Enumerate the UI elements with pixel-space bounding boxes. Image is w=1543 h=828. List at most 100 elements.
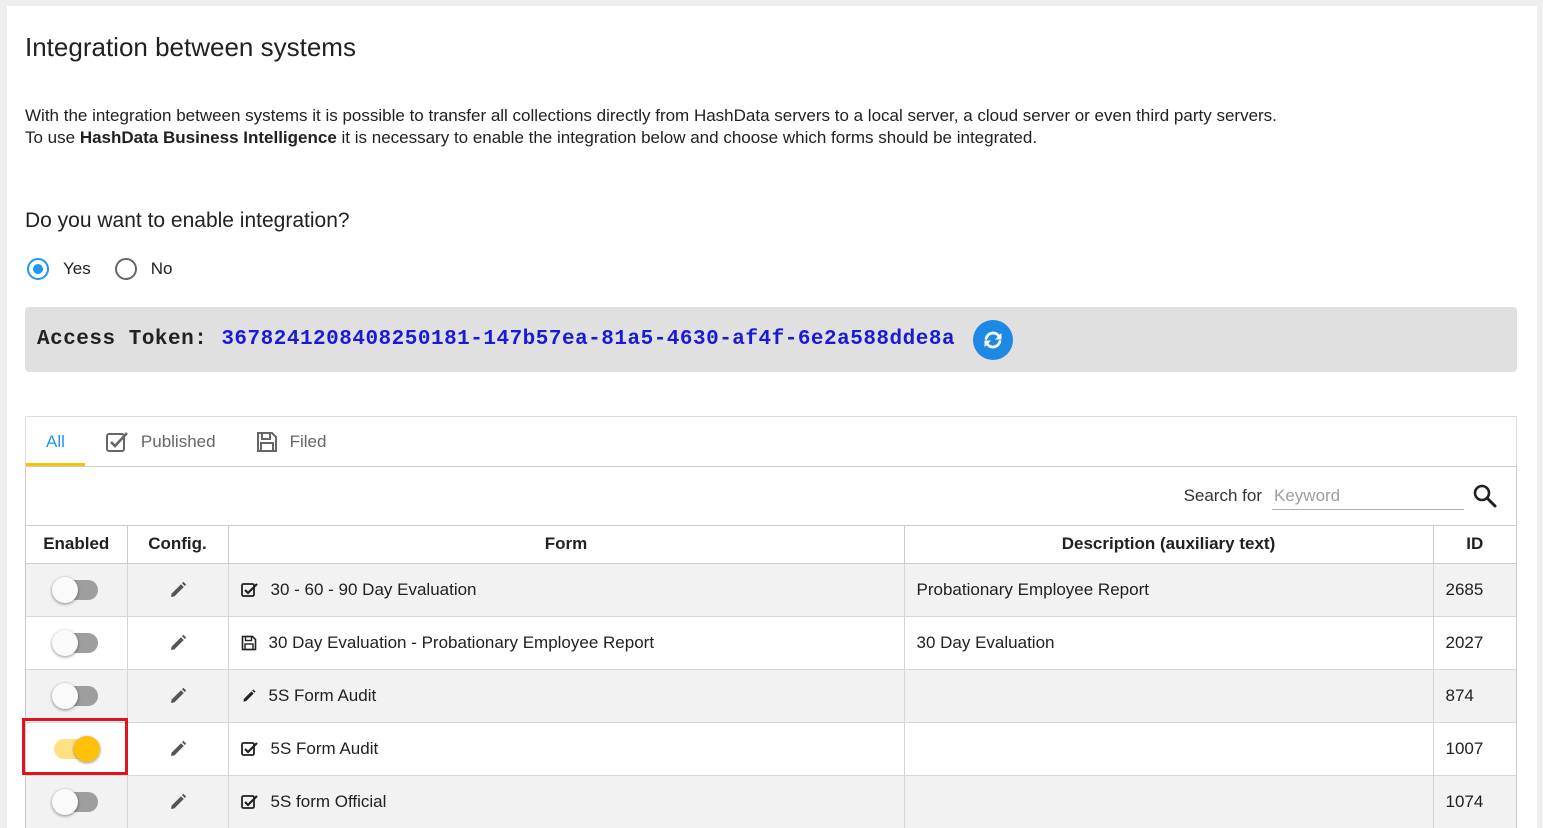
enabled-cell bbox=[26, 563, 128, 617]
radio-button-no[interactable] bbox=[114, 258, 137, 280]
id-cell: 874 bbox=[1433, 669, 1516, 723]
toggle-knob bbox=[52, 576, 79, 603]
access-token-value: 3678241208408250181-147b57ea-81a5-4630-a… bbox=[221, 328, 956, 351]
form-name: 5S form Official bbox=[270, 791, 387, 811]
id-cell: 2027 bbox=[1433, 616, 1516, 670]
page-title: Integration between systems bbox=[25, 32, 356, 62]
description-cell bbox=[904, 722, 1434, 776]
tab-filed[interactable]: Filed bbox=[236, 417, 347, 466]
form-name: 30 - 60 - 90 Day Evaluation bbox=[270, 579, 477, 599]
intro-line-2: To use HashData Business Intelligence it… bbox=[25, 127, 1277, 149]
form-cell: 30 Day Evaluation - Probationary Employe… bbox=[228, 616, 905, 670]
config-cell bbox=[127, 616, 229, 670]
description-cell: Probationary Employee Report bbox=[904, 563, 1434, 617]
access-token-label: Access Token: bbox=[37, 328, 208, 351]
pencil-icon bbox=[170, 634, 186, 650]
highlight-box bbox=[22, 718, 128, 775]
radio-label-yes: Yes bbox=[63, 259, 91, 278]
enabled-toggle[interactable] bbox=[52, 629, 99, 656]
tab-all-label: All bbox=[46, 431, 65, 451]
description-cell: 30 Day Evaluation bbox=[904, 616, 1434, 670]
id-cell: 1074 bbox=[1433, 775, 1516, 828]
description-cell bbox=[904, 669, 1434, 723]
integration-card: Integration between systems With the int… bbox=[7, 6, 1537, 828]
enabled-toggle[interactable] bbox=[52, 682, 99, 709]
integration-radio-group: Yes No bbox=[27, 258, 196, 280]
forms-table-panel: Search for Enabled Config. Form Descript… bbox=[25, 466, 1517, 828]
form-cell: 5S Form Audit bbox=[228, 669, 905, 723]
form-cell: 5S Form Audit bbox=[228, 722, 905, 776]
enabled-toggle[interactable] bbox=[52, 576, 99, 603]
header-enabled: Enabled bbox=[26, 526, 128, 564]
pencil-icon bbox=[170, 687, 186, 703]
integration-question: Do you want to enable integration? bbox=[25, 209, 350, 232]
pencil-icon bbox=[170, 740, 186, 756]
pencil-icon bbox=[241, 688, 257, 704]
header-description: Description (auxiliary text) bbox=[904, 526, 1434, 564]
header-form: Form bbox=[228, 526, 905, 564]
checkbox-icon bbox=[240, 582, 259, 598]
checkbox-icon bbox=[105, 431, 129, 453]
form-name: 30 Day Evaluation - Probationary Employe… bbox=[268, 632, 655, 652]
search-row: Search for bbox=[26, 467, 1516, 526]
header-config: Config. bbox=[127, 526, 229, 564]
form-cell: 5S form Official bbox=[228, 775, 905, 828]
pencil-icon bbox=[170, 581, 186, 597]
access-token-bar: Access Token: 3678241208408250181-147b57… bbox=[25, 307, 1517, 372]
intro-line-1: With the integration between systems it … bbox=[25, 106, 1277, 125]
id-cell: 1007 bbox=[1433, 722, 1516, 776]
enabled-cell bbox=[26, 775, 128, 828]
form-cell: 30 - 60 - 90 Day Evaluation bbox=[228, 563, 905, 617]
radio-option-no[interactable]: No bbox=[114, 258, 173, 280]
pencil-icon bbox=[170, 793, 186, 809]
tab-all[interactable]: All bbox=[26, 417, 85, 466]
config-edit-button[interactable] bbox=[168, 633, 188, 653]
config-cell bbox=[127, 722, 229, 776]
search-icon bbox=[1473, 484, 1497, 508]
floppy-disk-icon bbox=[256, 431, 278, 453]
checkbox-icon bbox=[240, 794, 259, 810]
table-row: 5S Form Audit 874 bbox=[26, 669, 1516, 723]
table-row: 5S Form Audit 1007 bbox=[26, 722, 1516, 776]
tab-published[interactable]: Published bbox=[85, 417, 236, 466]
config-cell bbox=[127, 563, 229, 617]
form-name: 5S Form Audit bbox=[268, 685, 377, 705]
search-label: Search for bbox=[1183, 486, 1262, 505]
enabled-cell bbox=[26, 669, 128, 723]
id-cell: 2685 bbox=[1433, 563, 1516, 617]
tab-published-label: Published bbox=[140, 431, 216, 451]
table-row: 30 Day Evaluation - Probationary Employe… bbox=[26, 616, 1516, 670]
config-cell bbox=[127, 775, 229, 828]
search-button[interactable] bbox=[1472, 483, 1498, 509]
intro-line-2-suffix: it is necessary to enable the integratio… bbox=[336, 128, 1038, 147]
toggle-knob bbox=[52, 682, 79, 709]
header-id: ID bbox=[1433, 526, 1516, 564]
enabled-cell bbox=[26, 616, 128, 670]
refresh-icon bbox=[984, 331, 1002, 348]
enabled-toggle[interactable] bbox=[52, 788, 99, 815]
checkbox-icon bbox=[240, 741, 259, 757]
floppy-disk-icon bbox=[241, 635, 257, 651]
product-name: HashData Business Intelligence bbox=[79, 128, 337, 147]
radio-button-yes[interactable] bbox=[27, 258, 49, 280]
description-cell bbox=[904, 775, 1434, 828]
config-cell bbox=[127, 669, 229, 723]
refresh-token-button[interactable] bbox=[973, 319, 1014, 360]
table-row: 30 - 60 - 90 Day Evaluation Probationary… bbox=[26, 563, 1516, 617]
radio-label-no: No bbox=[150, 259, 173, 278]
form-filter-tabs: All Published Filed bbox=[25, 416, 1517, 466]
form-name: 5S Form Audit bbox=[270, 738, 379, 758]
toggle-knob bbox=[52, 788, 79, 815]
config-edit-button[interactable] bbox=[168, 686, 188, 706]
forms-table: Enabled Config. Form Description (auxili… bbox=[26, 526, 1516, 828]
tab-filed-label: Filed bbox=[289, 431, 327, 451]
config-edit-button[interactable] bbox=[168, 739, 188, 759]
config-edit-button[interactable] bbox=[168, 580, 188, 600]
intro-text: With the integration between systems it … bbox=[25, 105, 1277, 149]
radio-option-yes[interactable]: Yes bbox=[27, 258, 91, 280]
search-input[interactable] bbox=[1272, 482, 1464, 510]
table-header-row: Enabled Config. Form Description (auxili… bbox=[26, 526, 1516, 564]
table-row: 5S form Official 1074 bbox=[26, 775, 1516, 828]
config-edit-button[interactable] bbox=[168, 792, 188, 812]
intro-line-2-prefix: To use bbox=[25, 128, 80, 147]
